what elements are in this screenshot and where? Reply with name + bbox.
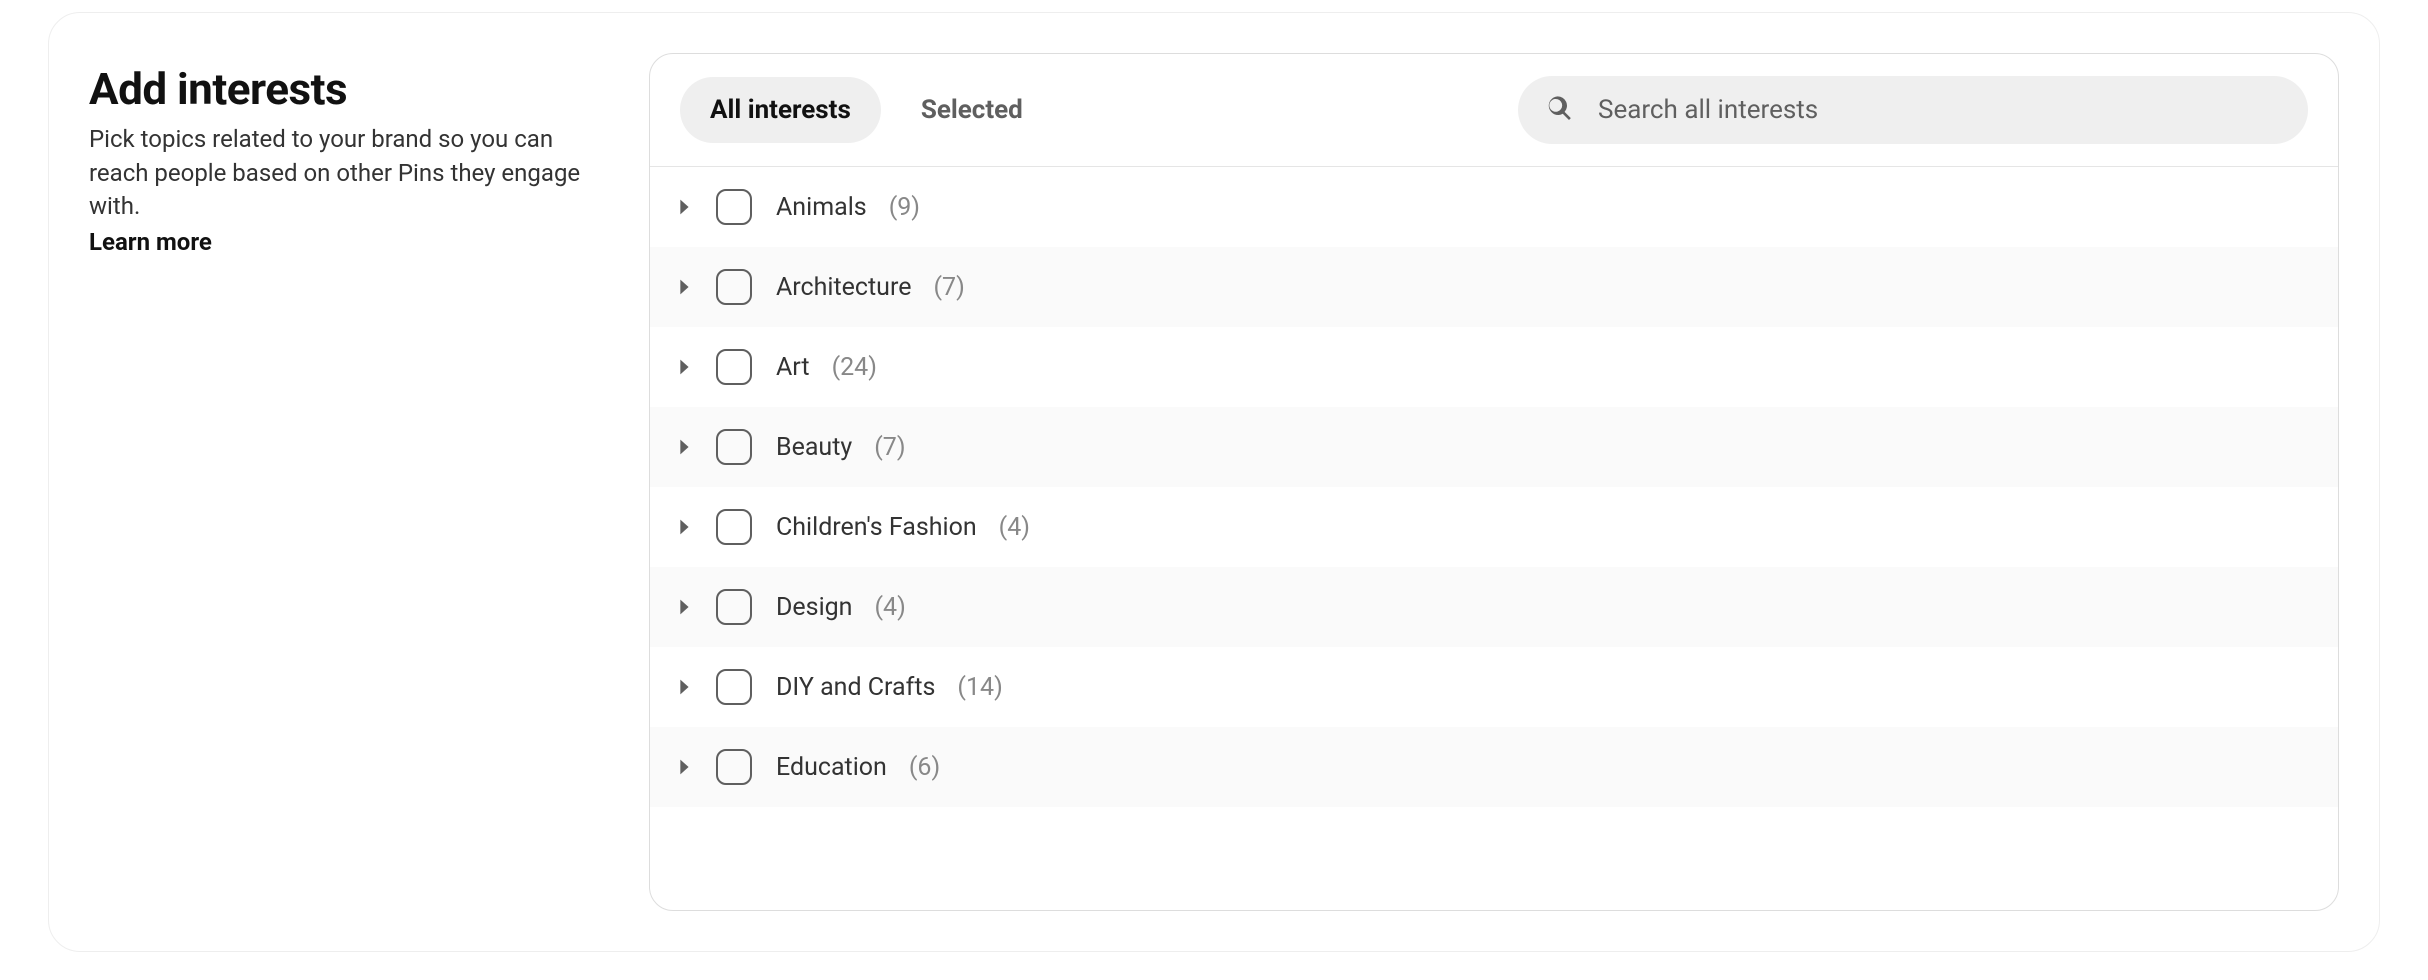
interest-row-childrens-fashion: Children's Fashion (4) [650,487,2338,567]
interest-count: (7) [874,433,905,462]
interest-label: DIY and Crafts [776,673,935,702]
checkbox-architecture[interactable] [716,269,752,305]
interest-count: (6) [909,753,940,782]
picker-header: All interests Selected [650,54,2338,167]
interest-row-education: Education (6) [650,727,2338,807]
chevron-right-icon[interactable] [668,351,700,383]
tabs: All interests Selected [680,77,1053,143]
chevron-right-icon[interactable] [668,511,700,543]
sidebar: Add interests Pick topics related to you… [89,53,609,911]
checkbox-design[interactable] [716,589,752,625]
interest-count: (9) [889,193,920,222]
page-title: Add interests [89,63,609,115]
add-interests-panel: Add interests Pick topics related to you… [48,12,2380,952]
interest-label: Children's Fashion [776,513,977,542]
interest-label: Design [776,593,853,622]
interest-label: Beauty [776,433,852,462]
interest-row-architecture: Architecture (7) [650,247,2338,327]
search-input[interactable] [1598,95,2280,125]
tab-selected[interactable]: Selected [891,77,1053,143]
chevron-right-icon[interactable] [668,191,700,223]
search-icon [1546,94,1598,126]
chevron-right-icon[interactable] [668,671,700,703]
interest-count: (4) [875,593,906,622]
tab-all-interests[interactable]: All interests [680,77,881,143]
chevron-right-icon[interactable] [668,431,700,463]
interest-label: Education [776,753,887,782]
interest-count: (4) [999,513,1030,542]
interest-row-art: Art (24) [650,327,2338,407]
learn-more-link[interactable]: Learn more [89,228,212,256]
interest-row-diy-and-crafts: DIY and Crafts (14) [650,647,2338,727]
interest-label: Architecture [776,273,911,302]
interest-row-animals: Animals (9) [650,167,2338,247]
interest-row-design: Design (4) [650,567,2338,647]
checkbox-beauty[interactable] [716,429,752,465]
interest-label: Animals [776,193,867,222]
interest-count: (14) [957,673,1002,702]
checkbox-childrens-fashion[interactable] [716,509,752,545]
interest-row-beauty: Beauty (7) [650,407,2338,487]
chevron-right-icon[interactable] [668,751,700,783]
checkbox-art[interactable] [716,349,752,385]
interest-count: (7) [933,273,964,302]
page-description: Pick topics related to your brand so you… [89,123,609,224]
interests-picker: All interests Selected Animals (9) Arch [649,53,2339,911]
checkbox-diy-and-crafts[interactable] [716,669,752,705]
search-box[interactable] [1518,76,2308,144]
interest-label: Art [776,353,810,382]
chevron-right-icon[interactable] [668,591,700,623]
interest-count: (24) [832,353,877,382]
checkbox-animals[interactable] [716,189,752,225]
checkbox-education[interactable] [716,749,752,785]
chevron-right-icon[interactable] [668,271,700,303]
interest-list: Animals (9) Architecture (7) Art (24) Be… [650,167,2338,910]
